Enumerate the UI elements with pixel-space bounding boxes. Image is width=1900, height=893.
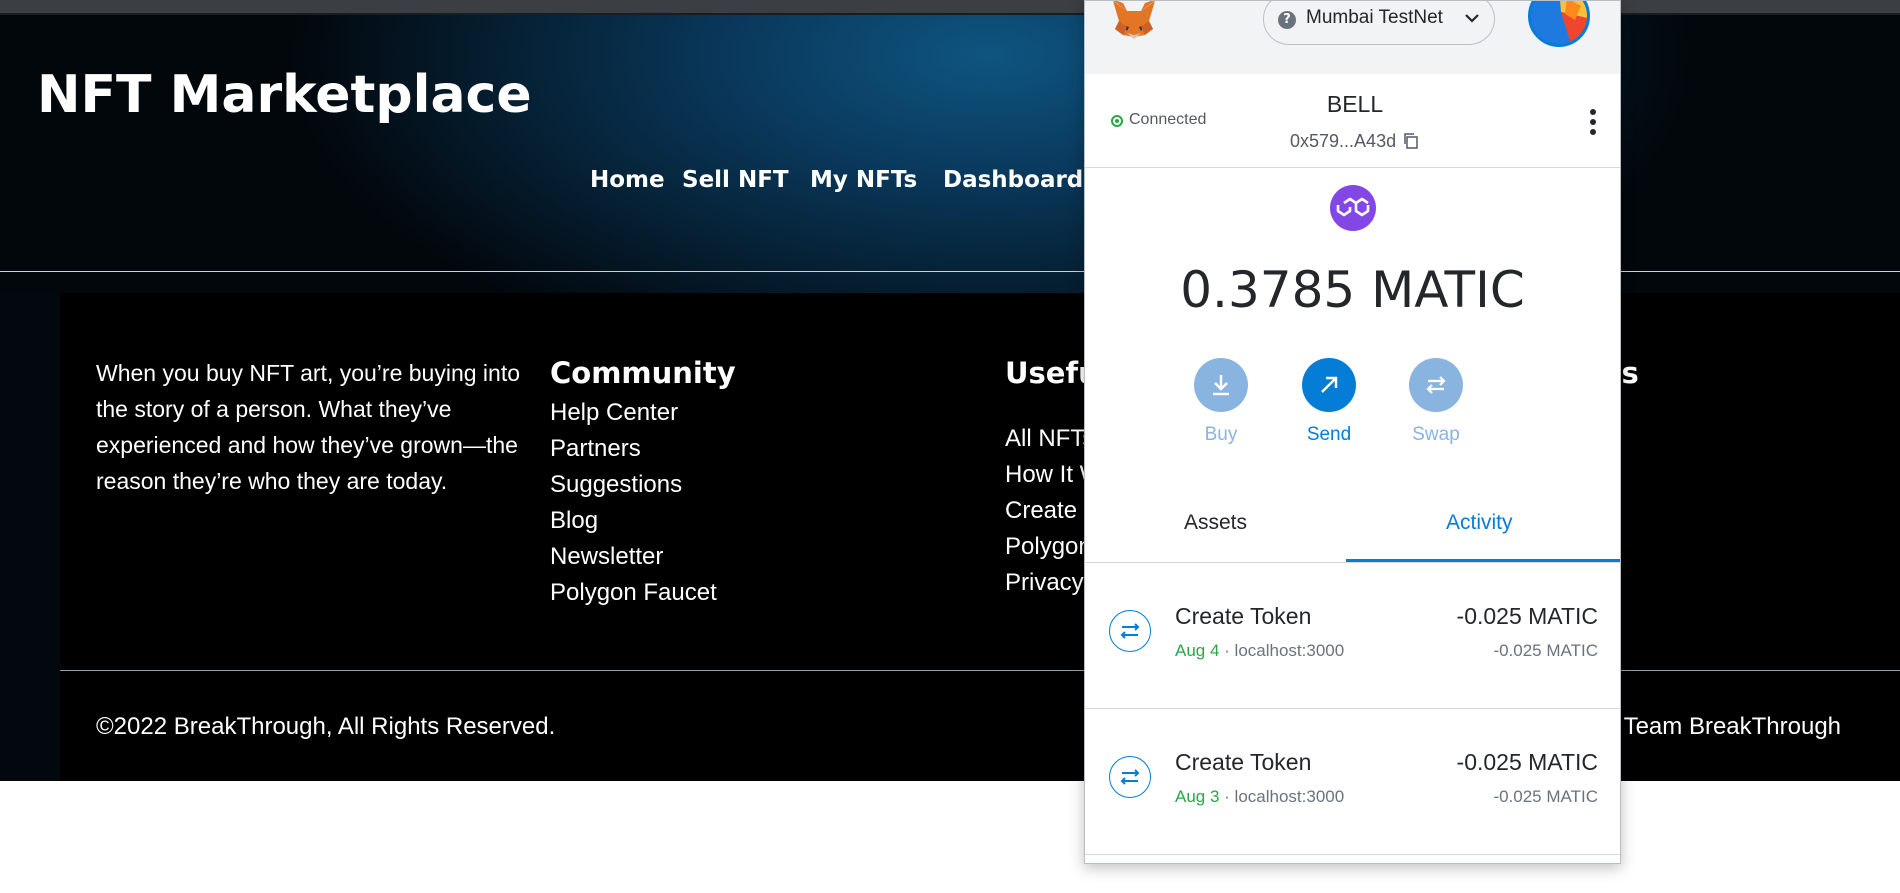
site-footer: When you buy NFT art, you’re buying into… <box>60 293 1900 781</box>
nav-dashboard[interactable]: Dashboard <box>943 167 1083 193</box>
link-suggestions[interactable]: Suggestions <box>550 467 717 503</box>
link-newsletter[interactable]: Newsletter <box>550 539 717 575</box>
footer-about-text: When you buy NFT art, you’re buying into… <box>96 360 521 494</box>
transaction-amount-secondary: -0.025 MATIC <box>1493 787 1598 806</box>
chevron-down-icon <box>1465 14 1479 23</box>
copy-icon[interactable] <box>1402 132 1420 150</box>
buy-label: Buy <box>1204 424 1238 445</box>
nav-my-nfts[interactable]: My NFTs <box>810 167 917 193</box>
swap-button[interactable]: Swap <box>1396 358 1476 446</box>
transaction-date: Aug 4 <box>1175 641 1220 660</box>
transaction-meta: Aug 3 · localhost:3000 <box>1175 787 1344 807</box>
buy-button[interactable]: Buy <box>1181 358 1261 446</box>
nav-home[interactable]: Home <box>590 167 665 193</box>
transaction-amount: -0.025 MATIC <box>1456 749 1598 775</box>
transaction-interaction-icon <box>1109 610 1151 652</box>
transaction-title: Create Token <box>1175 749 1312 775</box>
arrow-up-right-icon <box>1302 358 1356 412</box>
link-help-center[interactable]: Help Center <box>550 395 717 431</box>
wallet-popup: ? Mumbai TestNet Connected BELL 0x579...… <box>1084 0 1621 864</box>
network-name: Mumbai TestNet <box>1306 7 1443 28</box>
account-address[interactable]: 0x579...A43d <box>1290 131 1396 152</box>
link-blog[interactable]: Blog <box>550 503 717 539</box>
download-icon <box>1194 358 1248 412</box>
credit-text: by Team BreakThrough <box>1592 713 1842 740</box>
send-button[interactable]: Send <box>1289 358 1369 446</box>
transaction-date: Aug 3 <box>1175 787 1220 806</box>
swap-label: Swap <box>1412 424 1460 445</box>
wallet-header-divider <box>1085 167 1620 168</box>
transaction-row[interactable]: Create Token Aug 4 · localhost:3000 -0.0… <box>1085 563 1620 709</box>
swap-icon <box>1409 358 1463 412</box>
account-options-icon[interactable] <box>1589 107 1597 137</box>
account-name[interactable]: BELL <box>1245 91 1465 118</box>
matic-token-icon <box>1330 185 1376 231</box>
fox-logo-icon[interactable] <box>1109 0 1159 41</box>
tab-assets[interactable]: Assets <box>1184 511 1247 535</box>
transaction-row[interactable]: Create Token Aug 3 · localhost:3000 -0.0… <box>1085 709 1620 855</box>
site-title: NFT Marketplace <box>37 65 532 125</box>
transaction-meta: Aug 4 · localhost:3000 <box>1175 641 1344 661</box>
transaction-title: Create Token <box>1175 603 1312 629</box>
footer-divider <box>60 670 1900 671</box>
send-label: Send <box>1306 424 1352 445</box>
active-tab-indicator <box>1346 559 1620 562</box>
account-avatar[interactable] <box>1528 1 1590 47</box>
community-heading: Community <box>550 356 736 390</box>
transaction-origin: · localhost:3000 <box>1219 787 1345 806</box>
tab-activity[interactable]: Activity <box>1446 511 1513 535</box>
nav-sell-nft[interactable]: Sell NFT <box>682 167 789 193</box>
network-unknown-icon: ? <box>1278 11 1296 29</box>
link-partners[interactable]: Partners <box>550 431 717 467</box>
footer-left-edge <box>0 293 60 781</box>
copyright-text: ©2022 BreakThrough, All Rights Reserved. <box>96 713 556 740</box>
connected-status-dot <box>1111 115 1123 127</box>
transaction-amount: -0.025 MATIC <box>1456 603 1598 629</box>
transaction-origin: · localhost:3000 <box>1219 641 1345 660</box>
network-selector[interactable]: ? Mumbai TestNet <box>1263 1 1495 45</box>
transaction-amount-secondary: -0.025 MATIC <box>1493 641 1598 660</box>
connection-status[interactable]: Connected <box>1129 111 1206 129</box>
transaction-interaction-icon <box>1109 756 1151 798</box>
wallet-top-bar: ? Mumbai TestNet <box>1085 1 1620 74</box>
community-links: Help Center Partners Suggestions Blog Ne… <box>550 395 717 611</box>
balance-amount: 0.3785 MATIC <box>1180 261 1525 319</box>
link-polygon-faucet[interactable]: Polygon Faucet <box>550 575 717 611</box>
